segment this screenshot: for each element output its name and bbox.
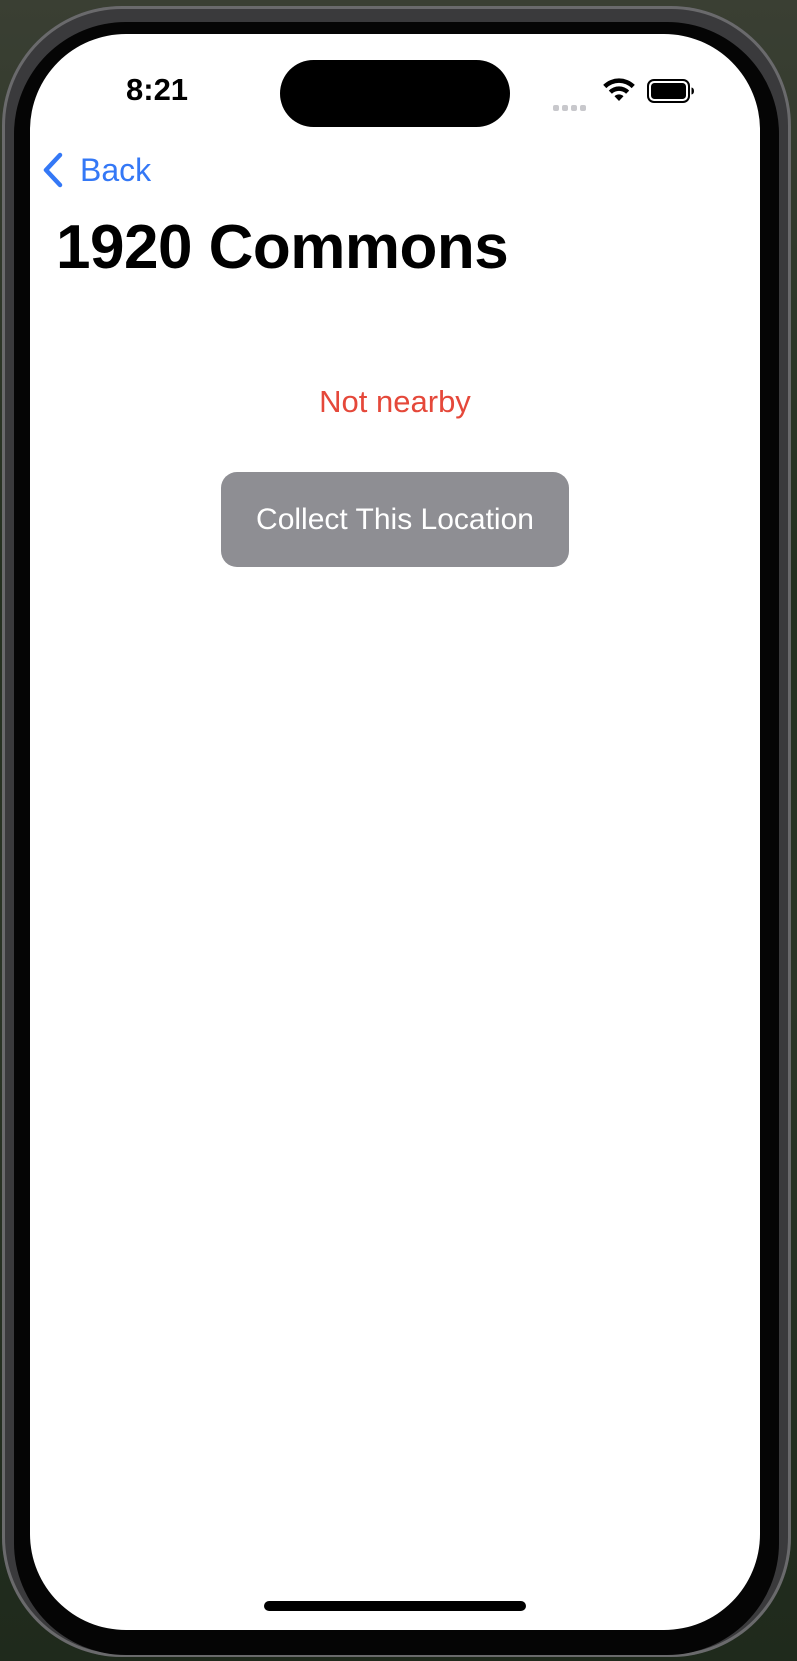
app-screen: 8:21 Back 1920 Commons Not nearby Collec…: [30, 34, 760, 1630]
cellular-signal-dots-icon: [553, 98, 589, 111]
proximity-status-label: Not nearby: [319, 384, 471, 419]
back-button-label: Back: [80, 151, 152, 188]
status-bar-time: 8:21: [126, 72, 189, 107]
back-button[interactable]: Back: [40, 148, 151, 192]
page-title: 1920 Commons: [56, 213, 509, 282]
dynamic-island: [280, 60, 510, 127]
collect-location-button[interactable]: Collect This Location: [221, 472, 569, 567]
chevron-left-icon: [43, 152, 63, 188]
battery-icon: [647, 79, 694, 103]
wifi-icon: [603, 78, 635, 101]
home-indicator[interactable]: [264, 1601, 526, 1611]
